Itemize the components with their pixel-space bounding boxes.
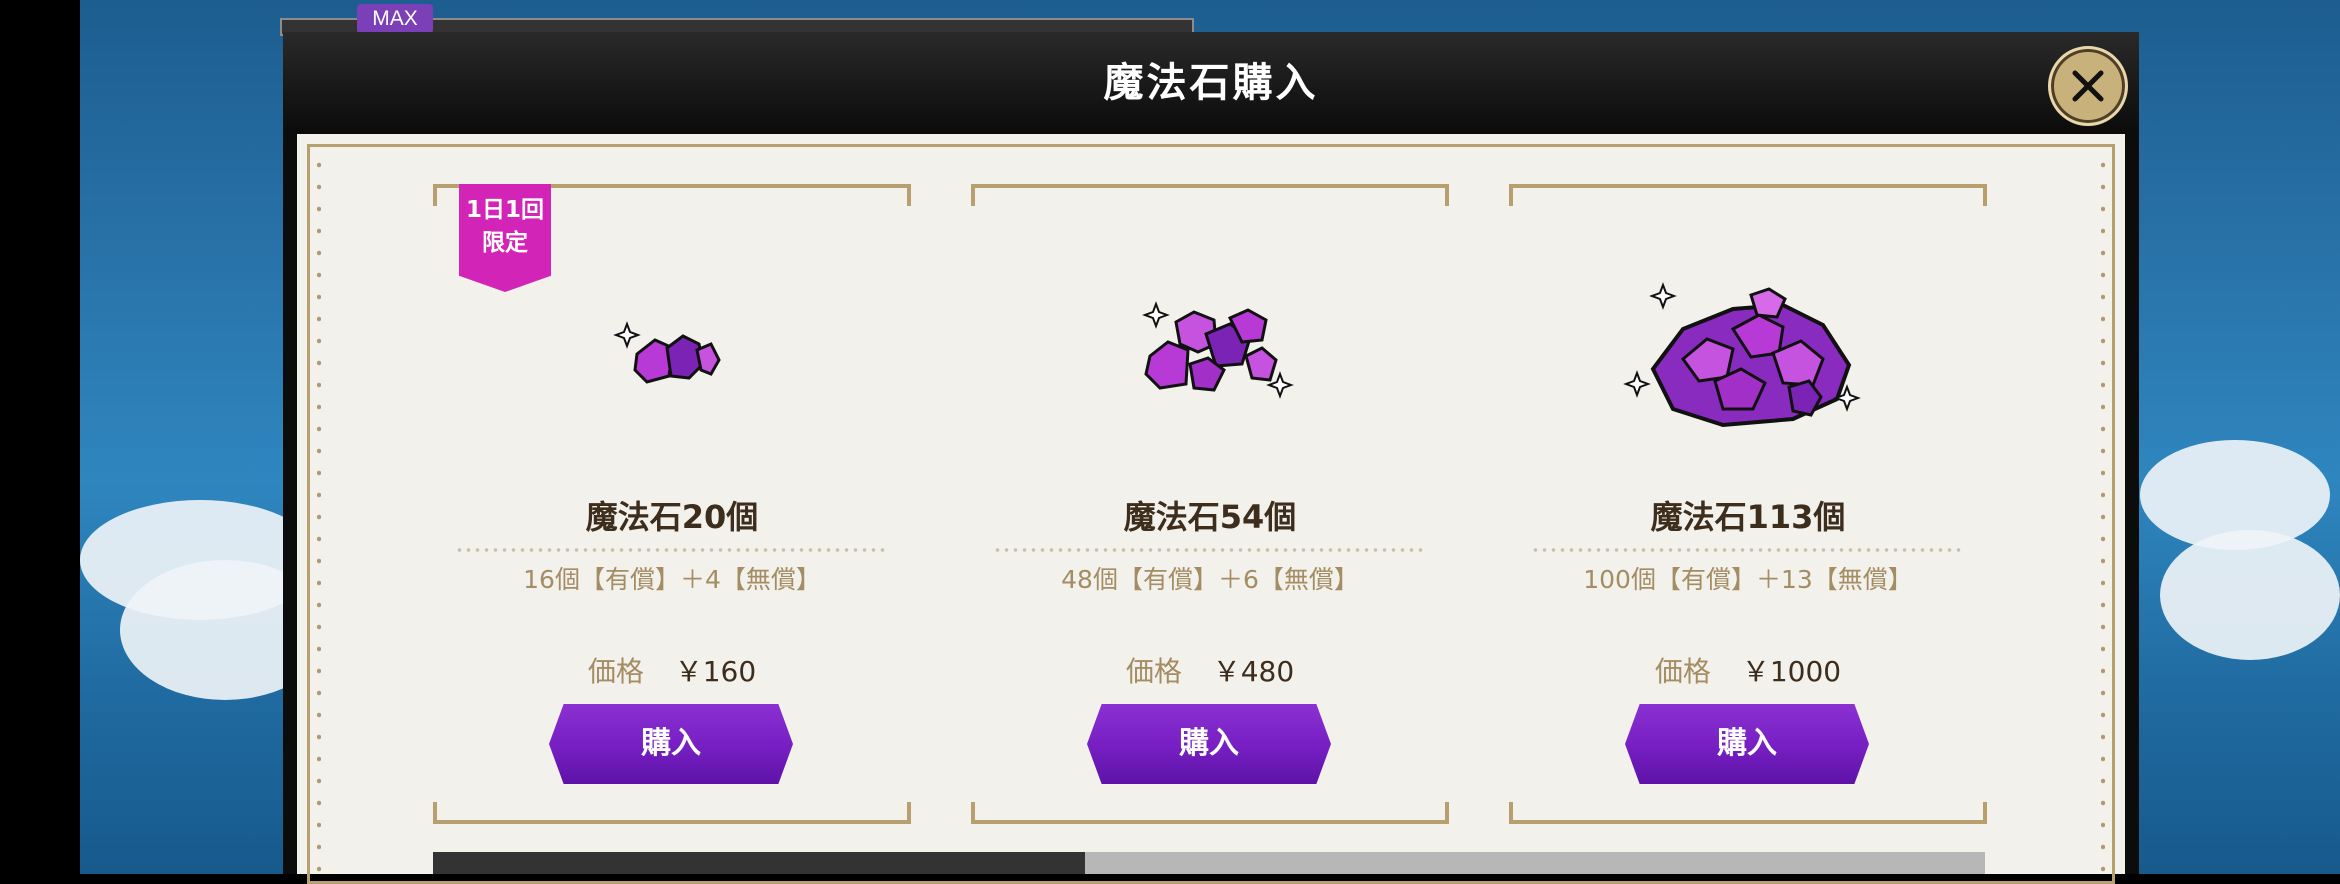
item-breakdown: 100個【有償】＋13【無償】 [1583,565,1913,594]
magic-stone-icon [433,284,911,424]
divider [1531,548,1965,552]
product-card-20: 1日1回 限定 魔法石20個 16個【有償】＋4【無償】 価格 ￥160 購入 [433,184,911,824]
buy-button[interactable]: 購入 [1625,704,1869,784]
close-button[interactable] [2048,46,2128,126]
divider [455,548,889,552]
ribbon-line1: 1日1回 [465,197,544,223]
item-name: 魔法石54個 [1123,498,1297,536]
divider [993,548,1427,552]
buy-button[interactable]: 購入 [1087,704,1331,784]
card-frame-top [971,184,1449,206]
limited-ribbon: 1日1回 限定 [459,184,551,292]
panel-dots-right [2101,154,2105,874]
card-frame-top [1509,184,1987,206]
item-name: 魔法石20個 [585,498,759,536]
shop-panel: 1日1回 限定 魔法石20個 16個【有償】＋4【無償】 価格 ￥160 購入 [297,134,2125,884]
cloud [2160,530,2340,660]
product-card-113: 魔法石113個 100個【有償】＋13【無償】 価格 ￥1000 購入 [1509,184,1987,824]
item-breakdown: 48個【有償】＋6【無償】 [1061,565,1359,594]
buy-button[interactable]: 購入 [549,704,793,784]
price-label: 価格 [1654,655,1711,688]
price-value: ￥1000 [1741,655,1842,688]
card-frame-bottom [433,802,911,824]
purchase-modal: 魔法石購入 1日1回 限定 魔法石20個 16個【有償】＋4【無償】 価格 ￥1… [283,32,2139,884]
panel-dots-left [317,154,321,874]
scrollbar-thumb[interactable] [433,852,1085,874]
horizontal-scrollbar[interactable] [433,852,1985,874]
price-label: 価格 [1125,655,1182,688]
magic-stone-icon [971,284,1449,424]
product-card-54: 魔法石54個 48個【有償】＋6【無償】 価格 ￥480 購入 [971,184,1449,824]
modal-title: 魔法石購入 [1103,60,1319,106]
magic-stone-icon [1509,282,1987,428]
max-badge: MAX [357,4,433,34]
price-value: ￥480 [1212,655,1295,688]
modal-header: 魔法石購入 [283,32,2139,134]
ribbon-line2: 限定 [482,230,528,256]
price-label: 価格 [587,655,644,688]
price-value: ￥160 [674,655,757,688]
item-breakdown: 16個【有償】＋4【無償】 [523,565,821,594]
close-icon [2072,70,2104,102]
item-name: 魔法石113個 [1650,498,1846,536]
price-row: 価格 ￥480 [971,650,1449,690]
price-row: 価格 ￥1000 [1509,650,1987,690]
card-frame-bottom [1509,802,1987,824]
card-frame-bottom [971,802,1449,824]
price-row: 価格 ￥160 [433,650,911,690]
